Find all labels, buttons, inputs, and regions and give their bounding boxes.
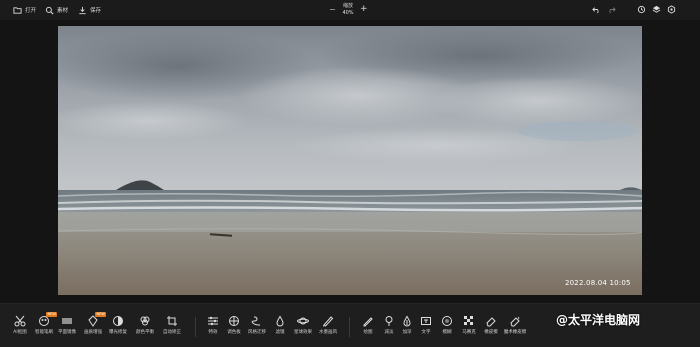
zoom-in-button[interactable]: + [360, 4, 368, 14]
toolbar-divider [195, 317, 196, 337]
open-label: 打开 [25, 8, 37, 14]
open-button[interactable]: 打开 [13, 4, 36, 16]
beach-photo [58, 26, 642, 295]
tool-blur[interactable]: 模糊 [435, 315, 459, 341]
layers-icon[interactable] [652, 5, 661, 14]
tool-ink[interactable]: 水墨画风 [316, 315, 340, 341]
tool-color-balance[interactable]: 颜色平衡 [133, 315, 157, 341]
exposure-icon [113, 316, 123, 326]
blur-icon [442, 316, 452, 326]
tool-planet[interactable]: 星球效果 [291, 315, 315, 341]
zoom-out-button[interactable]: − [329, 5, 336, 14]
planet-icon [297, 317, 309, 325]
pencil-icon [363, 317, 373, 327]
history-icon[interactable] [637, 5, 646, 14]
watermark: @太平洋电脑网 [556, 311, 640, 328]
save-label: 保存 [90, 8, 102, 14]
download-icon [79, 6, 86, 14]
tool-label: 水墨画风 [319, 330, 337, 335]
eraser-icon [486, 317, 496, 327]
text-icon [421, 317, 431, 325]
new-badge: NEW [95, 312, 107, 317]
photo-canvas[interactable]: 2022.08.04 10:05 [58, 26, 642, 295]
save-button[interactable]: 保存 [78, 4, 101, 16]
tool-eraser[interactable]: 橡皮擦 [479, 315, 503, 341]
photo-timestamp: 2022.08.04 10:05 [565, 279, 631, 287]
tool-style[interactable]: 风格迁移 [245, 315, 269, 341]
ink-icon [323, 316, 334, 327]
search-icon [45, 6, 54, 14]
toolbar-divider [349, 317, 350, 337]
tool-enhance[interactable]: NEW 画质增强 [81, 312, 107, 341]
tool-mirror[interactable]: 平面镜像 [55, 315, 79, 341]
drop-icon [276, 315, 284, 327]
material-label: 素材 [57, 8, 69, 14]
tool-drop[interactable]: 滤镜 [268, 315, 292, 341]
tool-label: 自动矫正 [163, 330, 181, 335]
tool-magic-eraser[interactable]: 魔术橡皮擦 [503, 315, 527, 341]
mosaic-icon [464, 316, 473, 325]
style-icon [251, 316, 261, 326]
folder-icon [13, 6, 22, 14]
tool-mosaic[interactable]: 马赛克 [457, 315, 481, 341]
mirror-icon [62, 318, 72, 324]
material-button[interactable]: 素材 [45, 4, 68, 16]
settings-icon[interactable] [667, 5, 676, 14]
zoom-control: − 缩放 40% + [327, 2, 371, 18]
palette-icon [229, 316, 239, 326]
tool-exposure[interactable]: 曝光修复 [106, 315, 130, 341]
tool-palette[interactable]: 调色板 [222, 315, 246, 341]
watermark-text: 太平洋电脑网 [568, 313, 641, 327]
scissors-icon [14, 315, 26, 327]
dodge-icon [385, 316, 393, 326]
tool-label: 魔术橡皮擦 [503, 330, 527, 335]
top-toolbar: 打开 素材 保存 − 缩放 40% + [0, 0, 700, 20]
burn-icon [403, 315, 411, 327]
tool-crop[interactable]: 自动矫正 [160, 315, 184, 341]
undo-icon[interactable] [592, 5, 601, 14]
tool-smart-brush[interactable]: NEW 智能笔刷 [32, 312, 58, 341]
watermark-at: @ [556, 313, 568, 327]
crop-icon [167, 316, 177, 326]
zoom-title: 缩放 [342, 3, 353, 9]
color-balance-icon [140, 316, 150, 326]
redo-icon[interactable] [607, 5, 616, 14]
tool-scissors[interactable]: AI抠图 [8, 315, 32, 341]
magic-eraser-icon [510, 316, 520, 327]
sliders-icon [208, 316, 218, 326]
zoom-value: 40% [342, 10, 354, 16]
